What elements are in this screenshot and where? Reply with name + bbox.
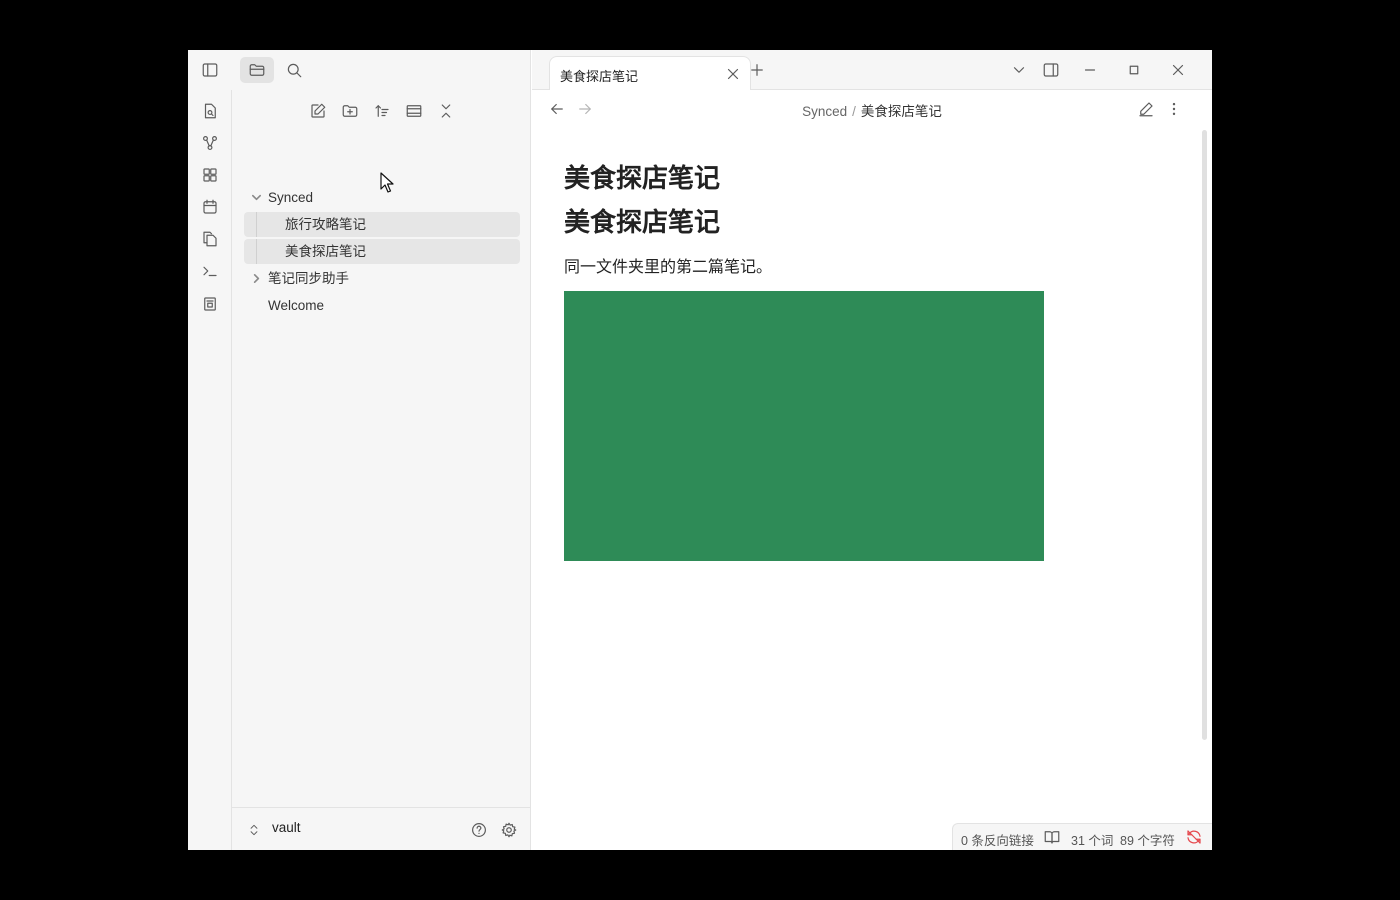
breadcrumb: Synced / 美食探店笔记 bbox=[532, 100, 1212, 120]
quick-switcher-icon[interactable] bbox=[198, 100, 222, 122]
close-window-icon[interactable] bbox=[1166, 59, 1190, 81]
canvas-icon[interactable] bbox=[198, 164, 222, 186]
more-options-icon[interactable] bbox=[1162, 98, 1186, 120]
tab-active[interactable]: 美食探店笔记 bbox=[549, 56, 751, 91]
new-note-icon[interactable] bbox=[306, 100, 330, 122]
mouse-cursor-icon bbox=[380, 172, 394, 193]
maximize-icon[interactable] bbox=[1122, 59, 1146, 81]
tab-list-chevron-down-icon[interactable] bbox=[1007, 59, 1031, 81]
note-content[interactable]: 美食探店笔记 美食探店笔记 同一文件夹里的第二篇笔记。 bbox=[532, 128, 1212, 818]
sync-error-icon[interactable] bbox=[1183, 827, 1205, 847]
close-tab-icon[interactable] bbox=[722, 63, 744, 85]
ribbon bbox=[188, 90, 232, 850]
left-titlebar bbox=[188, 50, 531, 90]
sort-icon[interactable] bbox=[370, 100, 394, 122]
embedded-image bbox=[564, 291, 1044, 561]
tree-item-label: 旅行攻略笔记 bbox=[285, 217, 366, 232]
note-title: 美食探店笔记 bbox=[564, 163, 721, 193]
tree-file-welcome[interactable]: Welcome bbox=[244, 293, 520, 318]
tree-file-food[interactable]: 美食探店笔记 bbox=[244, 239, 520, 264]
auto-reveal-icon[interactable] bbox=[402, 100, 426, 122]
view-header: Synced / 美食探店笔记 bbox=[532, 90, 1212, 128]
tree-item-label: 美食探店笔记 bbox=[285, 244, 366, 259]
char-count: 89 个字符 bbox=[1120, 834, 1175, 848]
minimize-icon[interactable] bbox=[1078, 59, 1102, 81]
settings-gear-icon[interactable] bbox=[497, 818, 521, 842]
status-bar: 0 条反向链接 31 个词 89 个字符 bbox=[952, 823, 1212, 850]
tree-item-label: 笔记同步助手 bbox=[268, 271, 349, 286]
toggle-sidebar-icon[interactable] bbox=[198, 59, 222, 81]
collapse-all-icon[interactable] bbox=[434, 100, 458, 122]
tree-file-travel[interactable]: 旅行攻略笔记 bbox=[244, 212, 520, 237]
graph-view-icon[interactable] bbox=[198, 132, 222, 154]
backlinks-count[interactable]: 0 条反向链接 bbox=[961, 830, 1034, 849]
new-folder-icon[interactable] bbox=[338, 100, 362, 122]
breadcrumb-folder[interactable]: Synced bbox=[802, 104, 847, 119]
breadcrumb-current[interactable]: 美食探店笔记 bbox=[861, 104, 942, 119]
search-icon[interactable] bbox=[282, 59, 306, 81]
sync-plugin-icon[interactable] bbox=[198, 293, 222, 315]
breadcrumb-separator: / bbox=[852, 104, 856, 119]
folder-icon[interactable] bbox=[240, 57, 274, 83]
new-tab-icon[interactable] bbox=[745, 59, 769, 81]
chevron-right-icon bbox=[248, 266, 264, 291]
chevron-down-icon bbox=[248, 185, 264, 210]
toggle-right-sidebar-icon[interactable] bbox=[1039, 59, 1063, 81]
tree-folder-sync-helper[interactable]: 笔记同步助手 bbox=[244, 266, 520, 291]
indent-guide bbox=[256, 212, 257, 237]
app-window: Synced 旅行攻略笔记 美食探店笔记 笔记同步助手 Welcome vaul… bbox=[188, 50, 1212, 850]
note-heading: 美食探店笔记 bbox=[564, 207, 721, 237]
vault-switch-icon[interactable] bbox=[244, 820, 264, 840]
tab-strip: 美食探店笔记 bbox=[532, 50, 1212, 91]
note-paragraph: 同一文件夹里的第二篇笔记。 bbox=[564, 259, 773, 276]
tab-title: 美食探店笔记 bbox=[560, 69, 639, 84]
copy-files-icon[interactable] bbox=[198, 228, 222, 250]
edit-pencil-icon[interactable] bbox=[1134, 98, 1158, 120]
vault-bar: vault bbox=[232, 807, 531, 850]
scrollbar[interactable] bbox=[1202, 130, 1207, 740]
help-icon[interactable] bbox=[467, 818, 491, 842]
terminal-icon[interactable] bbox=[198, 260, 222, 282]
tree-item-label: Welcome bbox=[268, 298, 325, 313]
calendar-icon[interactable] bbox=[198, 196, 222, 218]
tree-item-label: Synced bbox=[268, 190, 314, 205]
word-count: 31 个词 bbox=[1071, 834, 1114, 848]
reading-mode-book-icon[interactable] bbox=[1041, 827, 1063, 847]
vault-name[interactable]: vault bbox=[272, 820, 301, 835]
indent-guide bbox=[256, 239, 257, 264]
file-explorer: Synced 旅行攻略笔记 美食探店笔记 笔记同步助手 Welcome vaul… bbox=[232, 90, 531, 850]
